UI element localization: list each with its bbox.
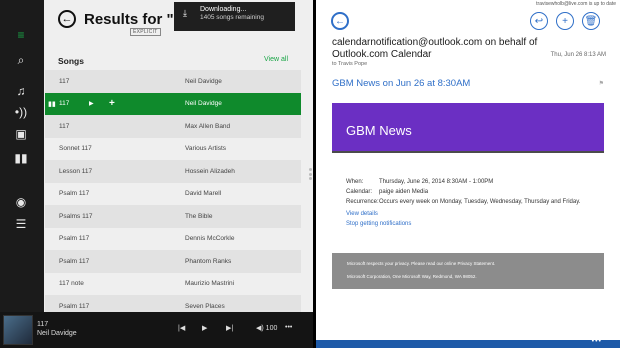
volume-level: 100 — [265, 325, 278, 332]
recurrence-value: Occurs every week on Monday, Tuesday, We… — [379, 199, 581, 205]
toast-subtitle: 1405 songs remaining — [200, 14, 264, 21]
song-artist: Maurizio Mastrini — [185, 280, 235, 288]
song-artist: The Bible — [185, 212, 213, 220]
song-row[interactable]: 117 note Maurizio Mastrini — [45, 273, 301, 296]
song-artist: Neil Davidge — [185, 100, 222, 108]
view-all-link[interactable]: View all — [264, 56, 288, 63]
xbox-icon[interactable]: ◉ — [12, 194, 30, 210]
back-arrow-icon[interactable]: ← — [58, 10, 76, 28]
now-playing-icon: ▮▮ — [48, 100, 56, 108]
music-app: ≡ ⌕ ♫ •)) ▣ ▮▮ ◉ ☰ ← Results for "117" E… — [0, 0, 313, 348]
delete-icon[interactable]: 🗑 — [582, 12, 600, 30]
app-bar — [316, 340, 620, 348]
song-title: Psalms 117 — [59, 212, 93, 220]
next-icon[interactable]: ▶| — [226, 324, 233, 332]
now-playing-bar: 117 Neil Davidge |◀ ▶ ▶| ◀) 100 ••• — [0, 312, 313, 348]
calendar-label: Calendar: — [346, 189, 373, 195]
now-playing-title: 117 — [37, 321, 49, 328]
song-title: Psalm 117 — [59, 190, 90, 198]
sync-status: travisewholb@live.com is up to date — [536, 1, 616, 7]
now-playing-artist: Neil Davidge — [37, 330, 77, 337]
download-toast[interactable]: ⤓ Downloading... 1405 songs remaining — [174, 2, 295, 31]
newsletter-banner: GBM News — [332, 103, 604, 153]
song-row[interactable]: Sonnet 117 Various Artists — [45, 138, 301, 161]
mail-app: travisewholb@live.com is up to date ← ↩ … — [316, 0, 620, 348]
company-address: Microsoft Corporation, One Microsoft Way… — [347, 274, 477, 279]
song-title: 117 — [59, 122, 70, 130]
event-details: When: Thursday, June 26, 2014 8:30AM - 1:… — [346, 177, 580, 207]
back-arrow-icon[interactable]: ← — [331, 12, 349, 30]
split-screen: ≡ ⌕ ♫ •)) ▣ ▮▮ ◉ ☰ ← Results for "117" E… — [0, 0, 620, 348]
song-row[interactable]: Psalms 117 The Bible — [45, 205, 301, 228]
song-title: Psalm 117 — [59, 257, 90, 265]
sender: calendarnotification@outlook.com on beha… — [332, 37, 538, 60]
collection-icon[interactable]: ▣ — [12, 126, 30, 142]
recurrence-label: Recurrence: — [346, 199, 379, 205]
add-icon[interactable]: + — [109, 98, 115, 109]
song-title: 117 — [59, 77, 70, 85]
song-row[interactable]: Psalm 117 Seven Places — [45, 295, 301, 312]
toast-title: Downloading... — [200, 6, 247, 13]
volume-control[interactable]: ◀) 100 — [256, 324, 277, 332]
menu-icon[interactable]: ≡ — [12, 27, 30, 43]
more-icon[interactable]: ••• — [592, 338, 602, 345]
song-artist: Max Allen Band — [185, 122, 231, 130]
download-icon: ⤓ — [183, 8, 187, 18]
splitter-handle[interactable] — [309, 168, 312, 180]
song-row[interactable]: 117 Neil Davidge — [45, 70, 301, 93]
volume-icon: ◀) — [256, 325, 264, 332]
radio-icon[interactable]: •)) — [12, 104, 30, 120]
playlist-icon[interactable]: ☰ — [12, 216, 30, 232]
song-title: 117 note — [59, 280, 84, 288]
song-row[interactable]: Psalm 117 Phantom Ranks — [45, 250, 301, 273]
view-details-link[interactable]: View details — [346, 211, 378, 217]
song-title: Psalm 117 — [59, 302, 90, 310]
songs-section-header: Songs View all — [58, 56, 302, 70]
calendar-value: paige aiden Media — [379, 189, 429, 195]
banner-title: GBM News — [346, 123, 412, 138]
song-artist: Phantom Ranks — [185, 257, 232, 265]
message-subject: GBM News on Jun 26 at 8:30AM — [332, 78, 471, 89]
search-icon[interactable]: ⌕ — [12, 52, 30, 68]
play-icon[interactable]: ▶ — [89, 100, 94, 107]
song-artist: Neil Davidge — [185, 77, 222, 85]
flag-icon[interactable]: ⚑ — [599, 80, 604, 87]
play-icon[interactable]: ▶ — [202, 324, 207, 332]
search-results-pane: ← Results for "117" EXPLICIT Songs View … — [44, 0, 313, 312]
song-row[interactable]: Psalm 117 David Marell — [45, 183, 301, 206]
song-row-playing[interactable]: ▮▮ 117 ▶ + Neil Davidge — [45, 92, 301, 115]
reply-icon[interactable]: ↩ — [530, 12, 548, 30]
song-title: Lesson 117 — [59, 167, 93, 175]
recipient: to Travis Pope — [332, 61, 368, 67]
stop-notifications-link[interactable]: Stop getting notifications — [346, 221, 411, 227]
previous-icon[interactable]: |◀ — [178, 324, 185, 332]
legal-footer: Microsoft respects your privacy. Please … — [332, 253, 604, 289]
song-artist: Various Artists — [185, 145, 227, 153]
music-note-icon[interactable]: ♫ — [12, 83, 30, 99]
song-list: 117 Neil Davidge ▮▮ 117 ▶ + Neil Davidge 117 Max… — [45, 70, 301, 312]
when-label: When: — [346, 179, 364, 185]
new-message-icon[interactable]: + — [556, 12, 574, 30]
song-row[interactable]: Psalm 117 Dennis McCorkle — [45, 228, 301, 251]
navigation-rail: ≡ ⌕ ♫ •)) ▣ ▮▮ ◉ ☰ — [0, 0, 44, 312]
song-row[interactable]: 117 Max Allen Band — [45, 115, 301, 138]
song-artist: Dennis McCorkle — [185, 235, 235, 243]
song-artist: Hossein Alizadeh — [185, 167, 235, 175]
album-art[interactable] — [3, 315, 33, 345]
message-date: Thu, Jun 26 8:13 AM — [550, 52, 606, 58]
song-title: Psalm 117 — [59, 235, 90, 243]
song-title: Sonnet 117 — [59, 145, 92, 153]
more-options-icon[interactable]: ••• — [285, 324, 292, 331]
song-artist: Seven Places — [185, 302, 225, 310]
chart-icon[interactable]: ▮▮ — [12, 150, 30, 166]
privacy-notice[interactable]: Microsoft respects your privacy. Please … — [347, 261, 495, 266]
when-value: Thursday, June 26, 2014 8:30AM - 1:00PM — [379, 179, 494, 185]
songs-heading: Songs — [58, 56, 84, 66]
song-artist: David Marell — [185, 190, 222, 198]
song-row[interactable]: Lesson 117 Hossein Alizadeh — [45, 160, 301, 183]
explicit-badge: EXPLICIT — [130, 28, 161, 36]
song-title: 117 — [59, 100, 70, 108]
banner-divider — [332, 151, 604, 153]
